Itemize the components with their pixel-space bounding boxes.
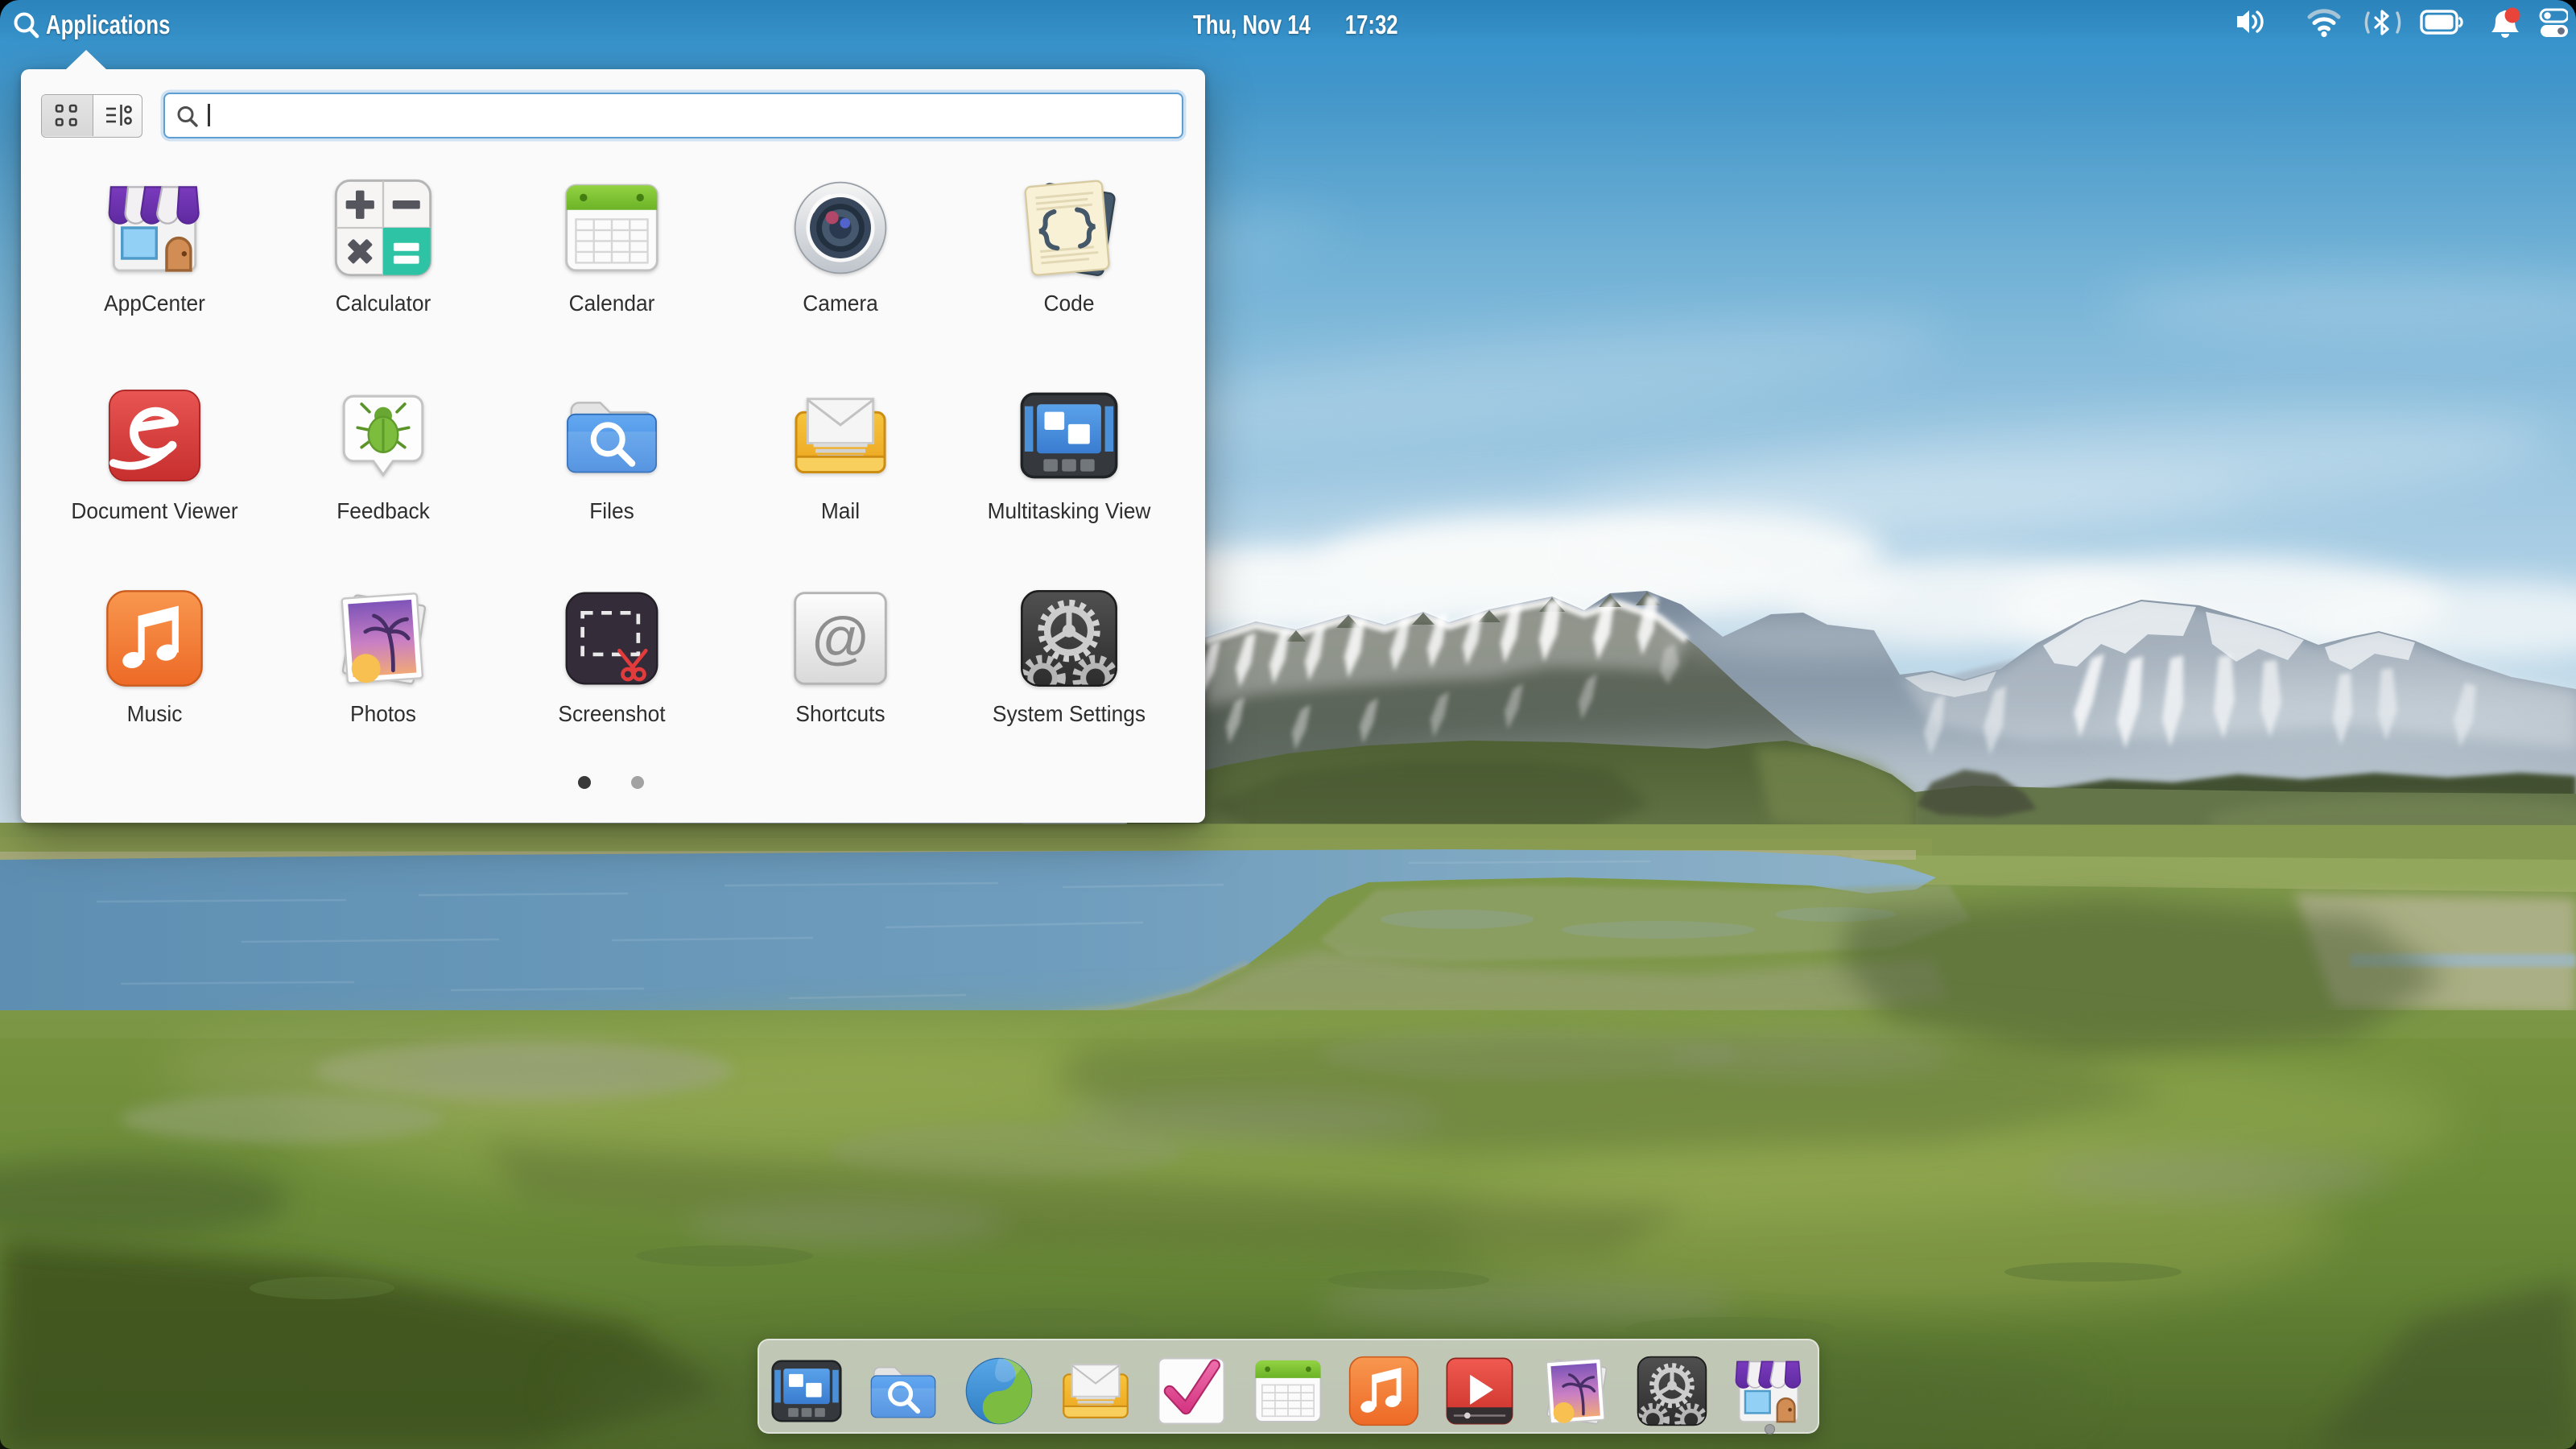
svg-text:@: @	[811, 606, 870, 671]
